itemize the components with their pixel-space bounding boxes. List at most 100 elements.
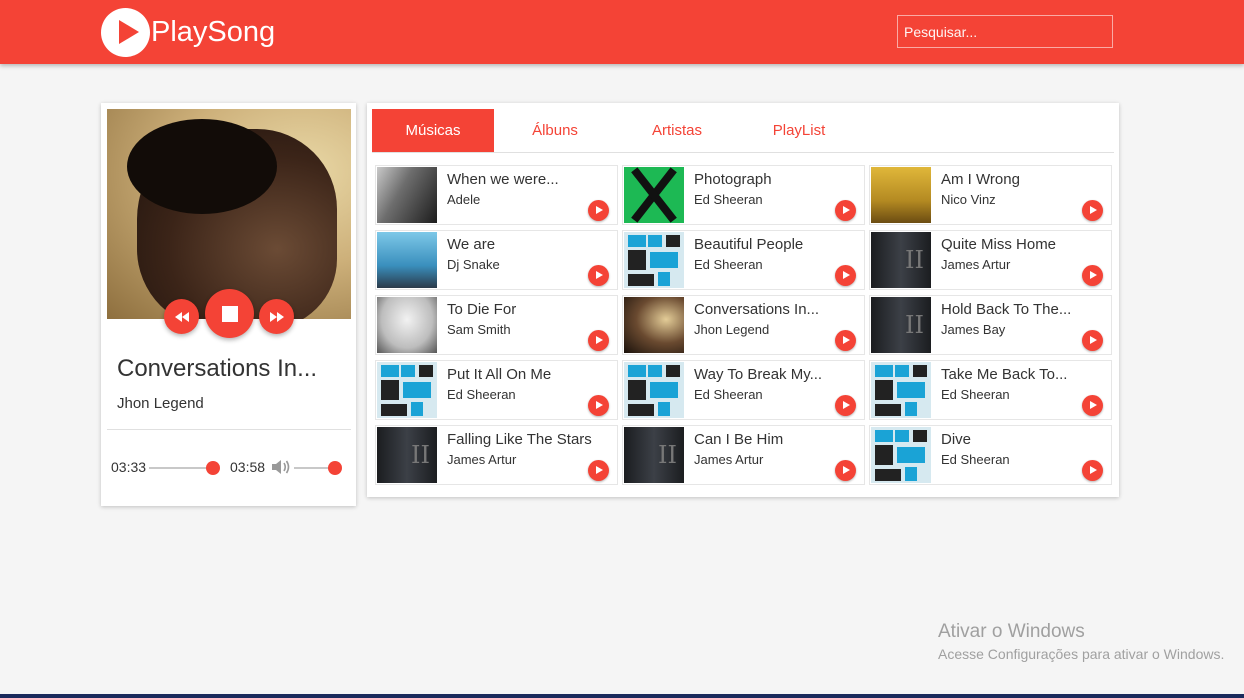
song-card[interactable]: Am I Wrong Nico Vinz (869, 165, 1112, 225)
thumbnail-art-block (875, 380, 893, 400)
song-title: Hold Back To The... (941, 301, 1072, 318)
song-thumbnail (377, 232, 437, 288)
thumbnail-art-block (897, 447, 925, 463)
song-artist: Sam Smith (447, 322, 511, 337)
play-icon[interactable] (588, 395, 609, 416)
song-card[interactable]: When we were... Adele (375, 165, 618, 225)
song-title: When we were... (447, 171, 559, 188)
song-artist: James Artur (447, 452, 517, 467)
song-title: Dive (941, 431, 972, 448)
volume-icon[interactable] (271, 459, 291, 475)
play-icon[interactable] (588, 200, 609, 221)
tab-musicas[interactable]: Músicas (372, 109, 494, 152)
thumbnail-art-block (666, 235, 680, 247)
play-icon[interactable] (1082, 395, 1103, 416)
thumbnail-art-block (628, 365, 646, 377)
play-icon[interactable] (1082, 265, 1103, 286)
thumbnail-art-block (648, 235, 662, 247)
thumbnail-art-block (628, 235, 646, 247)
song-card[interactable]: Dive Ed Sheeran (869, 425, 1112, 485)
now-playing-title: Conversations In... (117, 355, 318, 382)
song-card[interactable]: Quite Miss Home James Artur (869, 230, 1112, 290)
song-thumbnail (377, 297, 437, 353)
app-header: PlaySong (0, 0, 1244, 64)
thumbnail-art-block (628, 380, 646, 400)
song-artist: James Bay (941, 322, 1006, 337)
thumbnail-art-block (650, 382, 678, 398)
fast-forward-icon-b (276, 311, 284, 322)
song-thumbnail (624, 427, 684, 483)
play-icon[interactable] (835, 265, 856, 286)
progress-slider-handle[interactable] (206, 461, 220, 475)
rewind-button[interactable] (164, 299, 199, 334)
song-title: Take Me Back To... (941, 366, 1068, 383)
play-icon[interactable] (588, 460, 609, 481)
thumbnail-art-block (875, 365, 893, 377)
song-artist: Ed Sheeran (694, 257, 763, 272)
stop-button[interactable] (205, 289, 254, 338)
search-input[interactable] (897, 15, 1113, 48)
song-title: Put It All On Me (447, 366, 552, 383)
song-card[interactable]: Photograph Ed Sheeran (622, 165, 865, 225)
thumbnail-art-block (905, 402, 917, 416)
song-artist: Ed Sheeran (941, 452, 1010, 467)
thumbnail-art-block (411, 402, 423, 416)
tab-albuns[interactable]: Álbuns (494, 109, 616, 152)
song-thumbnail (871, 362, 931, 418)
song-artist: James Artur (694, 452, 764, 467)
library-panel: Músicas Álbuns Artistas PlayList When we… (367, 103, 1119, 497)
play-icon[interactable] (835, 330, 856, 351)
cover-portrait-hair (127, 119, 277, 214)
song-card[interactable]: Hold Back To The... James Bay (869, 295, 1112, 355)
song-card[interactable]: We are Dj Snake (375, 230, 618, 290)
thumbnail-art-block (666, 365, 680, 377)
song-artist: Adele (447, 192, 481, 207)
now-playing-card: Conversations In... Jhon Legend 03:33 03… (101, 103, 356, 506)
thumbnail-art-block (381, 365, 399, 377)
tab-artistas[interactable]: Artistas (616, 109, 738, 152)
song-card[interactable]: Put It All On Me Ed Sheeran (375, 360, 618, 420)
play-icon[interactable] (588, 330, 609, 351)
song-title: Am I Wrong (941, 171, 1020, 188)
play-logo-icon (101, 8, 150, 57)
song-artist: Ed Sheeran (694, 387, 763, 402)
song-card[interactable]: Take Me Back To... Ed Sheeran (869, 360, 1112, 420)
app-logo[interactable]: PlaySong (101, 8, 275, 57)
song-artist: Nico Vinz (941, 192, 996, 207)
song-artist: Ed Sheeran (694, 192, 763, 207)
fast-forward-button[interactable] (259, 299, 294, 334)
total-time: 03:58 (230, 459, 266, 475)
thumbnail-art-block (381, 380, 399, 400)
song-thumbnail (624, 362, 684, 418)
play-icon[interactable] (1082, 330, 1103, 351)
thumbnail-art-block (648, 365, 662, 377)
tab-playlist[interactable]: PlayList (738, 109, 860, 152)
play-icon[interactable] (835, 460, 856, 481)
thumbnail-art-block (628, 274, 654, 286)
song-artist: James Artur (941, 257, 1011, 272)
song-card[interactable]: Falling Like The Stars James Artur (375, 425, 618, 485)
now-playing-artist: Jhon Legend (117, 395, 204, 412)
play-icon[interactable] (588, 265, 609, 286)
play-icon[interactable] (1082, 200, 1103, 221)
song-card[interactable]: Way To Break My... Ed Sheeran (622, 360, 865, 420)
song-title: Way To Break My... (694, 366, 823, 383)
thumbnail-art-block (658, 402, 670, 416)
fast-forward-icon-a (269, 311, 277, 322)
stop-icon (221, 305, 238, 322)
song-card[interactable]: Can I Be Him James Artur (622, 425, 865, 485)
play-icon[interactable] (835, 395, 856, 416)
play-icon[interactable] (835, 200, 856, 221)
app-name: PlaySong (151, 16, 276, 48)
song-title: Beautiful People (694, 236, 804, 253)
thumbnail-art-block (403, 382, 431, 398)
song-card[interactable]: Beautiful People Ed Sheeran (622, 230, 865, 290)
play-icon[interactable] (1082, 460, 1103, 481)
volume-slider-handle[interactable] (328, 461, 342, 475)
divider (107, 429, 351, 430)
thumbnail-art-block (905, 467, 917, 481)
song-card[interactable]: To Die For Sam Smith (375, 295, 618, 355)
song-card[interactable]: Conversations In... Jhon Legend (622, 295, 865, 355)
thumbnail-art-block (381, 404, 407, 416)
song-thumbnail (624, 232, 684, 288)
